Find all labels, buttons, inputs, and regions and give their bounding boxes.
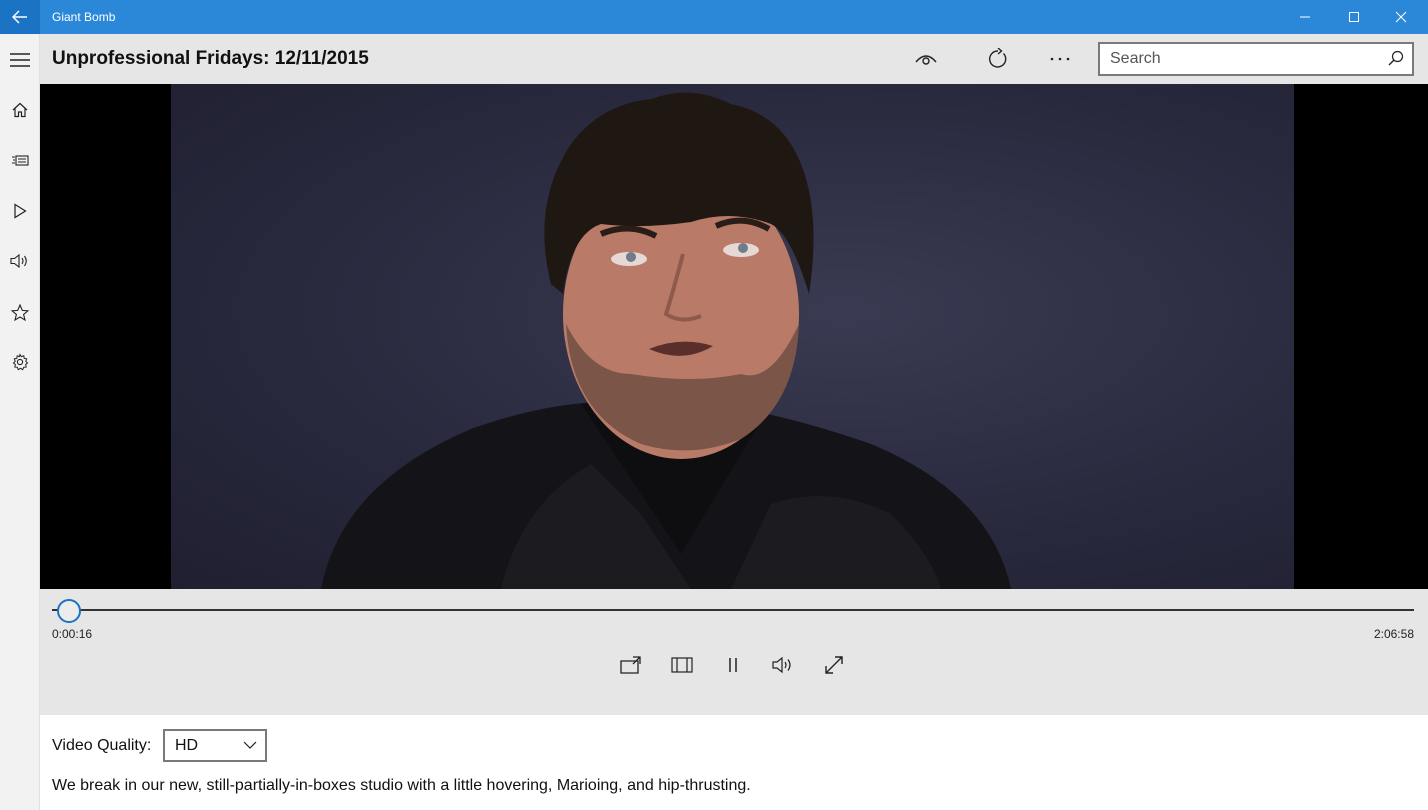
seek-track[interactable]: [52, 609, 1414, 611]
app-window: Giant Bomb Unprofessional Fridays: 12/11…: [0, 0, 1428, 810]
chevron-down-icon: [243, 741, 257, 749]
aspect-icon: [671, 657, 693, 673]
presenter-figure: [321, 92, 1011, 589]
play-icon: [14, 203, 27, 219]
volume-icon: [772, 656, 791, 674]
nav-rail: [0, 34, 40, 810]
nav-favorites[interactable]: [0, 292, 40, 332]
video-description: We break in our new, still-partially-in-…: [52, 777, 751, 794]
back-button[interactable]: [0, 0, 40, 34]
page-header: Unprofessional Fridays: 12/11/2015: [40, 34, 1428, 84]
refresh-icon: [989, 48, 1007, 68]
more-icon: [1050, 57, 1070, 61]
player-controls: 0:00:16 2:06:58: [40, 589, 1428, 715]
video-quality-select[interactable]: HD: [163, 729, 267, 762]
duration-time: 2:06:58: [1373, 627, 1414, 641]
pause-icon: [729, 658, 737, 672]
minimize-button[interactable]: [1282, 0, 1328, 34]
pause-button[interactable]: [713, 649, 753, 681]
video-details: Video Quality: HD We break in our new, s…: [40, 715, 1428, 810]
hamburger-icon: [10, 53, 30, 67]
more-button[interactable]: [1040, 39, 1080, 79]
hamburger-button[interactable]: [0, 40, 40, 80]
volume-button[interactable]: [763, 649, 803, 681]
seek-thumb[interactable]: [56, 599, 81, 623]
search-button[interactable]: [1388, 50, 1406, 68]
video-frame: [171, 84, 1294, 589]
search-input[interactable]: [1100, 44, 1380, 74]
close-icon: [1395, 11, 1407, 23]
audio-icon: [10, 253, 27, 269]
fullscreen-icon: [825, 656, 843, 674]
back-arrow-icon: [12, 10, 27, 24]
close-button[interactable]: [1378, 0, 1424, 34]
watched-button[interactable]: [906, 39, 946, 79]
cast-icon: [620, 656, 641, 674]
maximize-icon: [1349, 12, 1359, 22]
star-icon: [11, 303, 29, 321]
nav-audio[interactable]: [0, 241, 40, 281]
cast-button[interactable]: [611, 649, 651, 681]
news-icon: [12, 155, 29, 166]
nav-videos[interactable]: [0, 191, 40, 231]
search-icon: [1388, 50, 1404, 66]
refresh-button[interactable]: [978, 39, 1018, 79]
home-icon: [12, 102, 28, 118]
eye-icon: [915, 55, 937, 65]
search-box[interactable]: [1098, 42, 1414, 76]
video-player[interactable]: [40, 84, 1428, 589]
maximize-button[interactable]: [1331, 0, 1377, 34]
title-bar: Giant Bomb: [0, 0, 1428, 34]
aspect-ratio-button[interactable]: [662, 649, 702, 681]
window-title: Giant Bomb: [52, 10, 116, 24]
page-title: Unprofessional Fridays: 12/11/2015: [52, 48, 369, 69]
nav-news[interactable]: [0, 140, 40, 180]
video-quality-label: Video Quality:: [52, 737, 152, 754]
nav-home[interactable]: [0, 90, 40, 130]
gear-icon: [12, 353, 29, 371]
nav-settings[interactable]: [0, 342, 40, 382]
current-time: 0:00:16: [52, 627, 93, 641]
fullscreen-button[interactable]: [814, 649, 854, 681]
video-quality-value: HD: [175, 737, 199, 754]
minimize-icon: [1300, 16, 1310, 18]
